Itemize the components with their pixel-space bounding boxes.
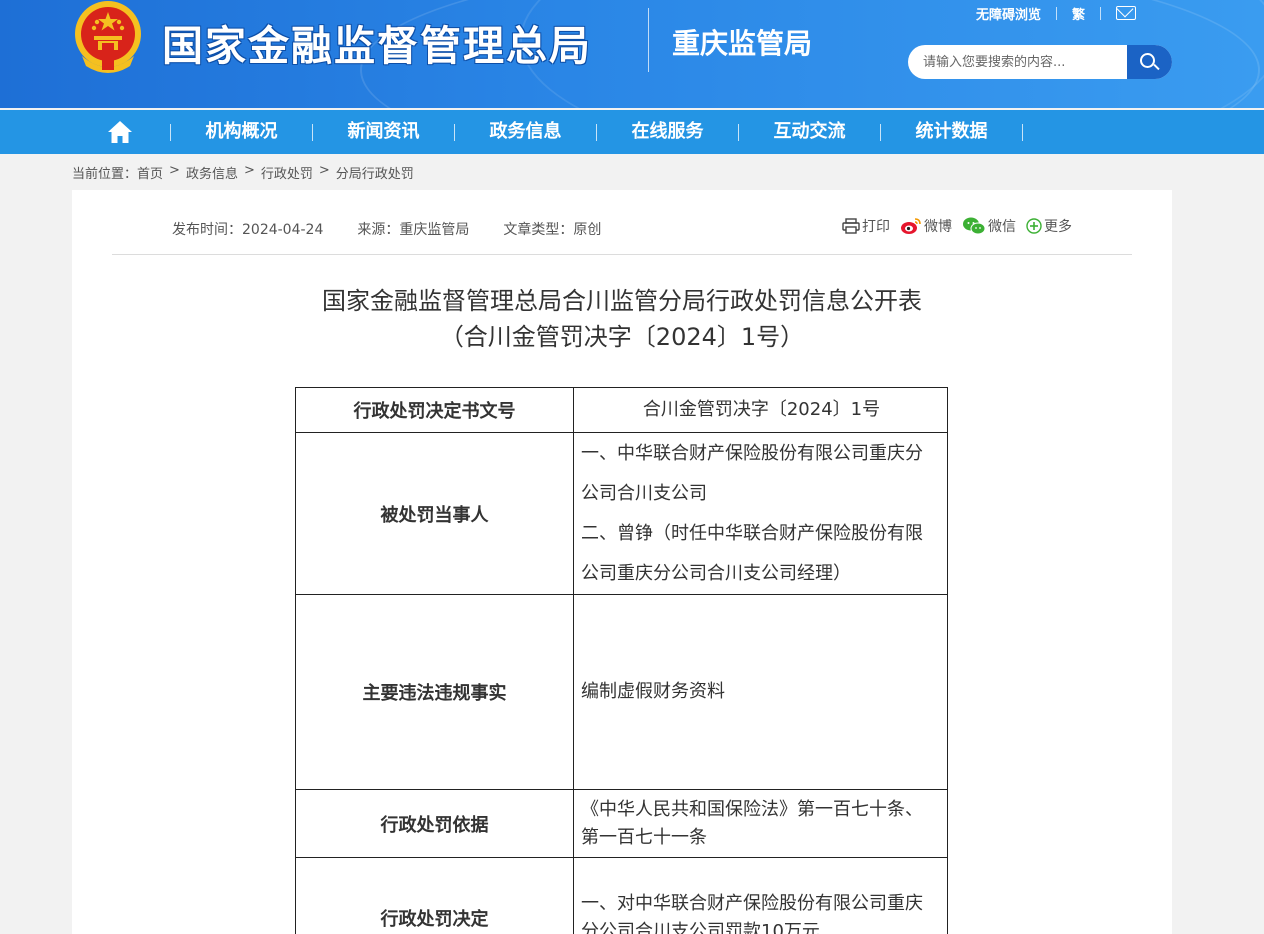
national-emblem-icon[interactable] <box>72 0 144 76</box>
search-icon-handle <box>1153 63 1160 71</box>
sub-title: 重庆监管局 <box>672 27 813 60</box>
site-title: 国家金融监督管理总局 <box>162 22 592 70</box>
publish-date: 发布时间：2024-04-24 <box>172 222 324 238</box>
meta-divider <box>112 254 1132 255</box>
table-value-line: 分公司合川支公司罚款10万元 <box>581 920 820 934</box>
wechat-label: 微信 <box>988 219 1016 235</box>
print-label: 打印 <box>862 219 890 235</box>
table-key: 主要违法违规事实 <box>295 594 574 790</box>
table-key: 行政处罚决定书文号 <box>295 387 574 433</box>
breadcrumb-separator: > <box>243 163 255 178</box>
table-row: 行政处罚决定书文号 合川金管罚决字〔2024〕1号 <box>295 387 948 433</box>
breadcrumb: 当前位置： 首页 > 政务信息 > 行政处罚 > 分局行政处罚 <box>72 163 414 182</box>
traditional-chinese-link[interactable]: 繁 <box>1072 4 1085 23</box>
breadcrumb-prefix: 当前位置： <box>72 167 138 182</box>
search-box <box>908 45 1172 79</box>
more-share-button[interactable]: 更多 <box>1026 216 1072 236</box>
article-meta: 发布时间：2024-04-24 来源：重庆监管局 文章类型：原创 <box>172 219 635 239</box>
nav-item-news[interactable]: 新闻资讯 <box>313 110 454 154</box>
top-links: 无障碍浏览 繁 <box>976 2 1137 24</box>
accessibility-link[interactable]: 无障碍浏览 <box>976 4 1041 23</box>
site-header: 国家金融监督管理总局 重庆监管局 无障碍浏览 繁 <box>0 0 1264 108</box>
table-value-line: 公司合川支公司 <box>581 482 707 504</box>
breadcrumb-home[interactable]: 首页 <box>137 163 163 182</box>
table-value-line: 第一百七十一条 <box>581 826 707 848</box>
search-icon <box>1140 53 1155 68</box>
print-button[interactable]: 打印 <box>842 216 890 236</box>
breadcrumb-government[interactable]: 政务信息 <box>186 163 238 182</box>
printer-icon <box>842 218 860 234</box>
search-button[interactable] <box>1127 45 1172 79</box>
search-input[interactable] <box>908 45 1127 79</box>
table-value: 一、中华联合财产保险股份有限公司重庆分 公司合川支公司 二、曾铮（时任中华联合财… <box>573 432 948 595</box>
weibo-icon <box>901 218 921 234</box>
table-value: 一、对中华联合财产保险股份有限公司重庆 分公司合川支公司罚款10万元 <box>573 857 948 934</box>
article-title: 国家金融监督管理总局合川监管分局行政处罚信息公开表 （合川金管罚决字〔2024〕… <box>72 283 1172 355</box>
article-panel: 发布时间：2024-04-24 来源：重庆监管局 文章类型：原创 打印 微博 微… <box>72 190 1172 934</box>
wechat-icon <box>963 217 986 235</box>
breadcrumb-separator: > <box>318 163 330 178</box>
table-value: 合川金管罚决字〔2024〕1号 <box>573 387 948 433</box>
weibo-share-button[interactable]: 微博 <box>900 216 952 236</box>
article-source: 来源：重庆监管局 <box>357 222 470 238</box>
table-value-line: 编制虚假财务资料 <box>581 681 725 702</box>
table-value-line: 二、曾铮（时任中华联合财产保险股份有限 <box>581 522 923 544</box>
penalty-info-table: 行政处罚决定书文号 合川金管罚决字〔2024〕1号 被处罚当事人 一、中华联合财… <box>295 387 948 934</box>
article-title-line1: 国家金融监督管理总局合川监管分局行政处罚信息公开表 <box>322 287 922 315</box>
weibo-label: 微博 <box>924 219 952 235</box>
more-label: 更多 <box>1044 219 1072 235</box>
table-value-line: 一、中华联合财产保险股份有限公司重庆分 <box>581 442 923 464</box>
table-value-line: 合川金管罚决字〔2024〕1号 <box>642 399 881 420</box>
main-nav: 机构概况 新闻资讯 政务信息 在线服务 互动交流 统计数据 <box>0 110 1264 154</box>
top-link-divider <box>1100 6 1102 20</box>
table-value-line: 公司重庆分公司合川支公司经理） <box>581 562 851 584</box>
top-link-divider <box>1056 6 1058 20</box>
table-value-line: 一、对中华联合财产保险股份有限公司重庆 <box>581 892 923 914</box>
mail-icon[interactable] <box>1116 6 1137 20</box>
nav-item-statistics[interactable]: 统计数据 <box>881 110 1022 154</box>
plus-circle-icon <box>1026 218 1042 234</box>
table-key: 被处罚当事人 <box>295 432 574 595</box>
breadcrumb-penalty[interactable]: 行政处罚 <box>261 163 313 182</box>
table-row: 行政处罚决定 一、对中华联合财产保险股份有限公司重庆 分公司合川支公司罚款10万… <box>295 857 948 934</box>
nav-item-about[interactable]: 机构概况 <box>171 110 312 154</box>
table-row: 被处罚当事人 一、中华联合财产保险股份有限公司重庆分 公司合川支公司 二、曾铮（… <box>295 432 948 595</box>
nav-item-online-service[interactable]: 在线服务 <box>597 110 738 154</box>
title-divider <box>648 8 649 72</box>
table-value-line: 《中华人民共和国保险法》第一百七十条、 <box>581 798 923 820</box>
table-key: 行政处罚决定 <box>295 857 574 934</box>
breadcrumb-branch-penalty[interactable]: 分局行政处罚 <box>336 163 414 182</box>
nav-item-government[interactable]: 政务信息 <box>455 110 596 154</box>
table-key: 行政处罚依据 <box>295 789 574 858</box>
nav-divider <box>1022 124 1023 141</box>
nav-item-interaction[interactable]: 互动交流 <box>739 110 880 154</box>
wechat-share-button[interactable]: 微信 <box>962 216 1016 236</box>
table-value: 编制虚假财务资料 <box>573 594 948 790</box>
share-bar: 打印 微博 微信 更多 <box>842 216 1082 236</box>
home-icon[interactable] <box>107 120 133 144</box>
article-title-line2: （合川金管罚决字〔2024〕1号） <box>439 323 805 351</box>
table-value: 《中华人民共和国保险法》第一百七十条、 第一百七十一条 <box>573 789 948 858</box>
breadcrumb-separator: > <box>169 163 180 178</box>
table-row: 主要违法违规事实 编制虚假财务资料 <box>295 594 948 790</box>
article-type: 文章类型：原创 <box>503 222 602 238</box>
table-row: 行政处罚依据 《中华人民共和国保险法》第一百七十条、 第一百七十一条 <box>295 789 948 858</box>
